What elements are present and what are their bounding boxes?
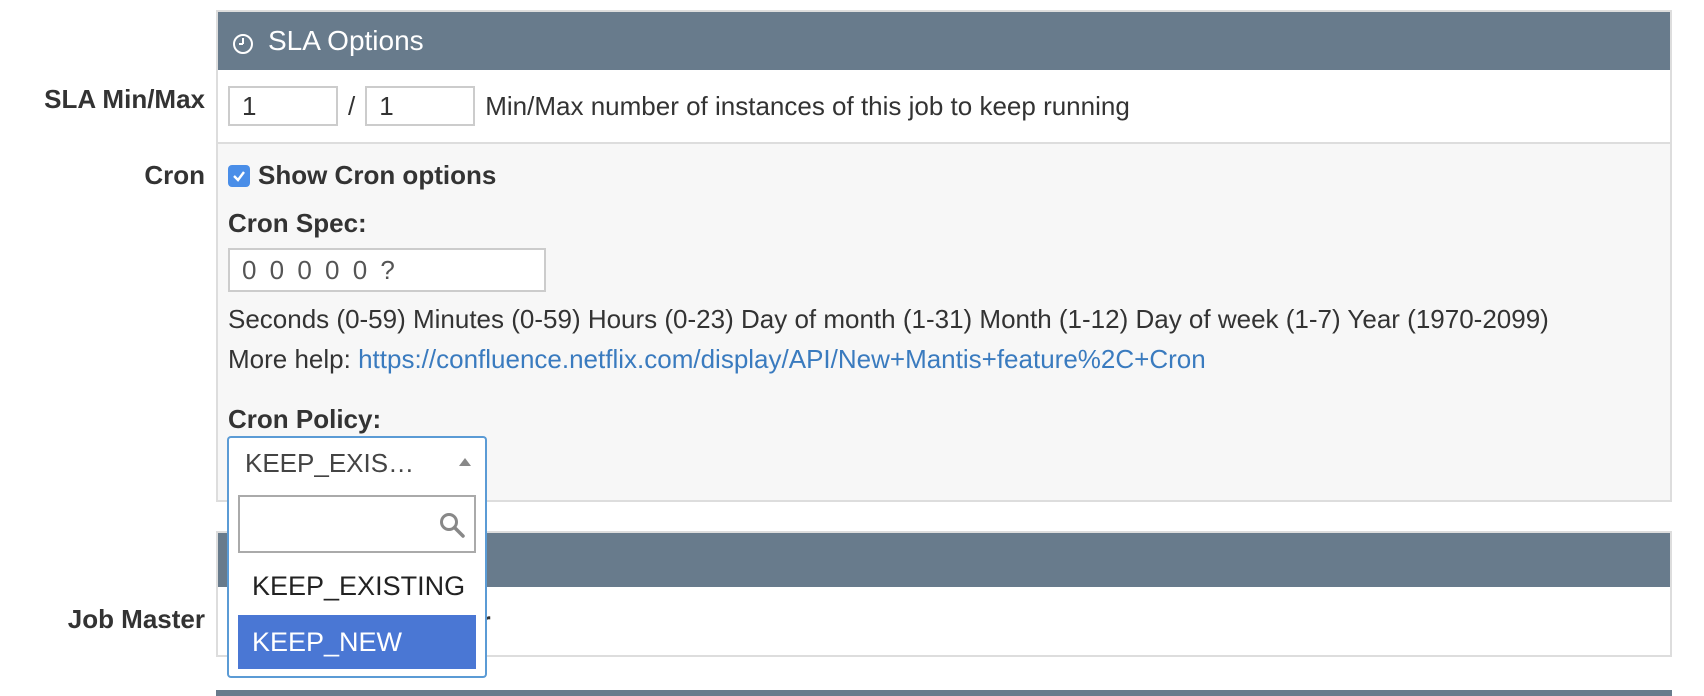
- show-cron-options-checkbox[interactable]: [228, 164, 250, 187]
- cron-spec-label: Cron Spec:: [228, 208, 367, 238]
- sla-max-input[interactable]: [365, 86, 476, 126]
- cron-policy-dropdown: KEEP_EXISTING KEEP_NEW: [227, 487, 487, 678]
- more-help-prefix: More help:: [228, 344, 351, 374]
- job-master-label: Job Master: [67, 604, 205, 634]
- cron-help-link[interactable]: https://confluence.netflix.com/display/A…: [358, 344, 1206, 374]
- sla-min-input[interactable]: [228, 86, 338, 126]
- search-icon: [438, 511, 466, 539]
- page: SLA Min/Max Cron Job Master SLA Options …: [0, 0, 1704, 696]
- dropdown-search-input[interactable]: [238, 495, 476, 553]
- sla-help-text: Min/Max number of instances of this job …: [485, 90, 1130, 121]
- option-keep-existing[interactable]: KEEP_EXISTING: [238, 559, 476, 613]
- cron-spec-input[interactable]: [228, 248, 546, 292]
- show-cron-options-label: Show Cron options: [258, 160, 497, 190]
- checkmark-icon: [233, 170, 245, 182]
- sla-min-max-label: SLA Min/Max: [44, 84, 205, 114]
- sla-min-max-row: / Min/Max number of instances of this jo…: [218, 70, 1670, 144]
- option-keep-new[interactable]: KEEP_NEW: [238, 615, 476, 669]
- cron-fields-help: Seconds (0-59) Minutes (0-59) Hours (0-2…: [228, 304, 1549, 334]
- cron-label: Cron: [144, 160, 205, 190]
- cron-policy-select[interactable]: KEEP_EXIS…: [227, 436, 487, 488]
- sla-options-title: SLA Options: [268, 25, 424, 56]
- chevron-up-icon: [459, 458, 471, 466]
- next-panel-header: [216, 690, 1672, 696]
- sla-separator: /: [348, 90, 356, 121]
- more-help-row: More help: https://confluence.netflix.co…: [228, 344, 1206, 375]
- cron-policy-selected-value: KEEP_EXIS…: [245, 447, 415, 478]
- cron-policy-label: Cron Policy:: [228, 404, 382, 434]
- clock-icon: [232, 30, 254, 54]
- sla-options-panel: SLA Options / Min/Max number of instance…: [216, 10, 1672, 502]
- sla-options-header: SLA Options: [218, 12, 1670, 70]
- show-cron-options-row[interactable]: Show Cron options: [228, 160, 496, 191]
